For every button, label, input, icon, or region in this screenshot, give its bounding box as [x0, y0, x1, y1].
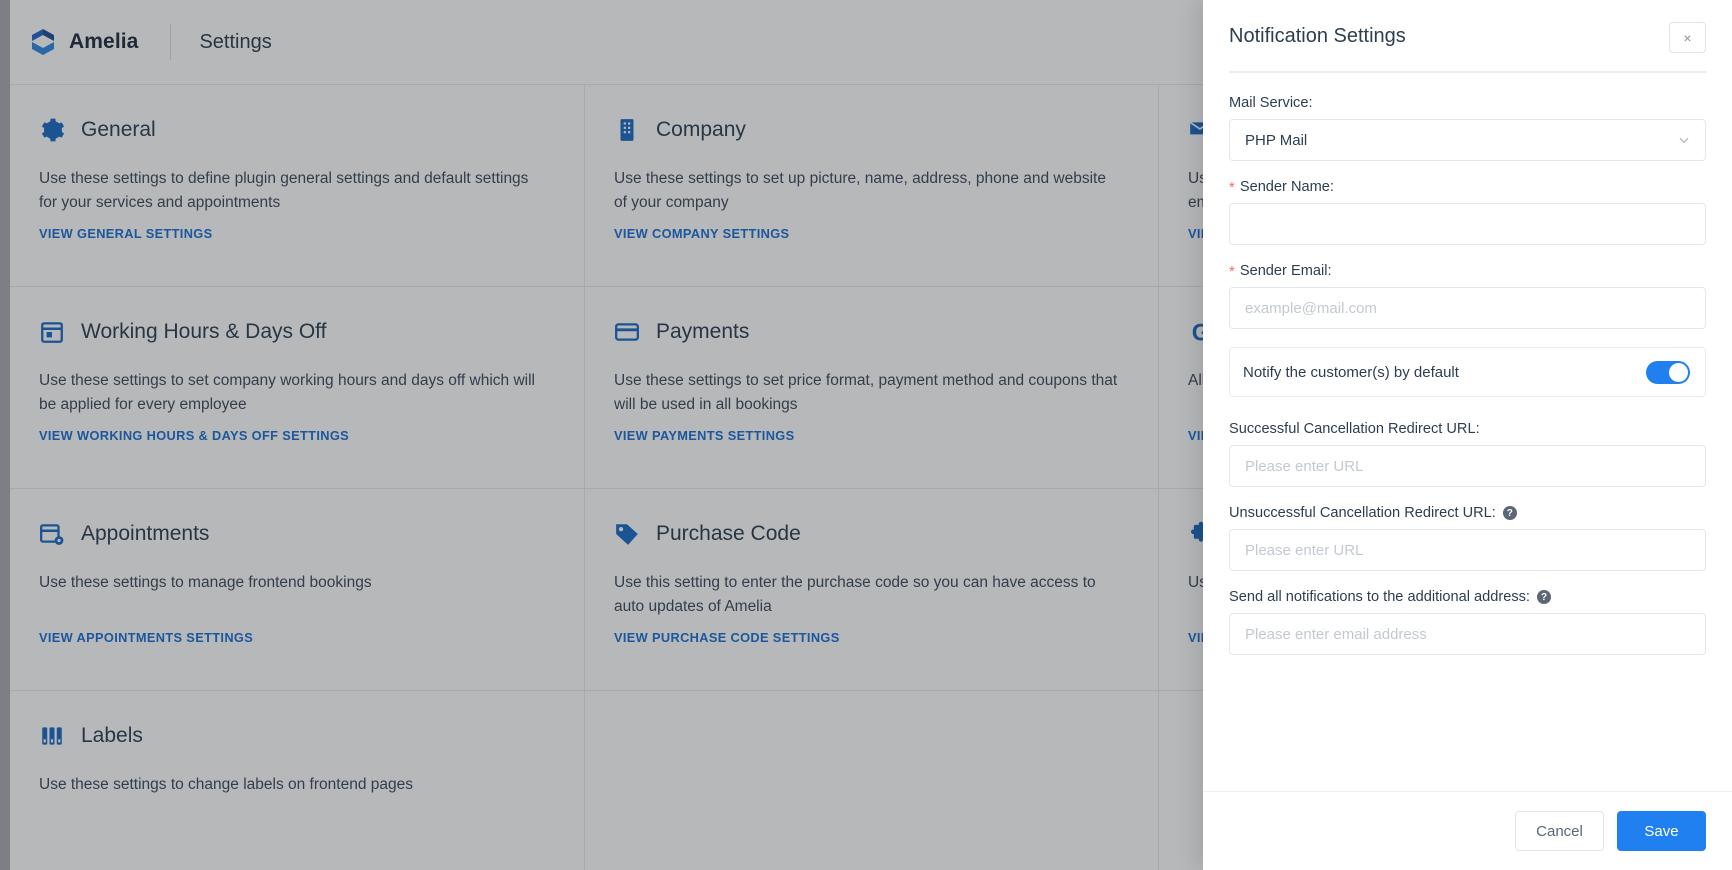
help-icon[interactable]: ? [1537, 590, 1551, 604]
save-button[interactable]: Save [1617, 811, 1706, 851]
field-additional-address: Send all notifications to the additional… [1229, 589, 1706, 655]
notify-customers-row: Notify the customer(s) by default [1229, 347, 1706, 397]
unsuccess-redirect-label-text: Unsuccessful Cancellation Redirect URL: [1229, 505, 1496, 521]
success-redirect-input[interactable] [1229, 445, 1706, 487]
chevron-down-icon [1678, 134, 1690, 146]
additional-address-label-text: Send all notifications to the additional… [1229, 589, 1530, 605]
sender-email-label-text: Sender Email: [1239, 263, 1332, 279]
drawer-footer: Cancel Save [1203, 791, 1732, 870]
field-unsuccess-redirect: Unsuccessful Cancellation Redirect URL: … [1229, 505, 1706, 571]
notify-customers-toggle[interactable] [1646, 360, 1690, 384]
success-redirect-label-text: Successful Cancellation Redirect URL: [1229, 421, 1480, 437]
sender-name-label: * Sender Name: [1229, 179, 1706, 195]
field-mail-service: Mail Service: PHP Mail [1229, 95, 1706, 161]
drawer-body: Mail Service: PHP Mail * Sender Name: * … [1203, 73, 1732, 791]
cancel-button[interactable]: Cancel [1515, 811, 1604, 851]
sender-name-input[interactable] [1229, 203, 1706, 245]
mail-service-select[interactable]: PHP Mail [1229, 119, 1706, 161]
mail-service-label: Mail Service: [1229, 95, 1706, 111]
drawer-header: Notification Settings × [1203, 0, 1732, 53]
required-asterisk: * [1229, 262, 1235, 280]
notify-customers-label: Notify the customer(s) by default [1243, 363, 1459, 381]
sender-name-label-text: Sender Name: [1239, 179, 1334, 195]
success-redirect-label: Successful Cancellation Redirect URL: [1229, 421, 1706, 437]
drawer-title: Notification Settings [1229, 25, 1406, 47]
sender-email-input[interactable] [1229, 287, 1706, 329]
field-sender-email: * Sender Email: [1229, 263, 1706, 329]
field-sender-name: * Sender Name: [1229, 179, 1706, 245]
sender-email-label: * Sender Email: [1229, 263, 1706, 279]
additional-address-input[interactable] [1229, 613, 1706, 655]
unsuccess-redirect-label: Unsuccessful Cancellation Redirect URL: … [1229, 505, 1706, 521]
field-success-redirect: Successful Cancellation Redirect URL: [1229, 421, 1706, 487]
mail-service-label-text: Mail Service: [1229, 95, 1313, 111]
additional-address-label: Send all notifications to the additional… [1229, 589, 1706, 605]
mail-service-value: PHP Mail [1245, 131, 1308, 149]
required-asterisk: * [1229, 178, 1235, 196]
unsuccess-redirect-input[interactable] [1229, 529, 1706, 571]
help-icon[interactable]: ? [1502, 506, 1517, 520]
toggle-knob [1669, 362, 1688, 382]
notification-settings-drawer: Notification Settings × Mail Service: PH… [1203, 0, 1732, 870]
close-icon[interactable]: × [1669, 22, 1706, 53]
